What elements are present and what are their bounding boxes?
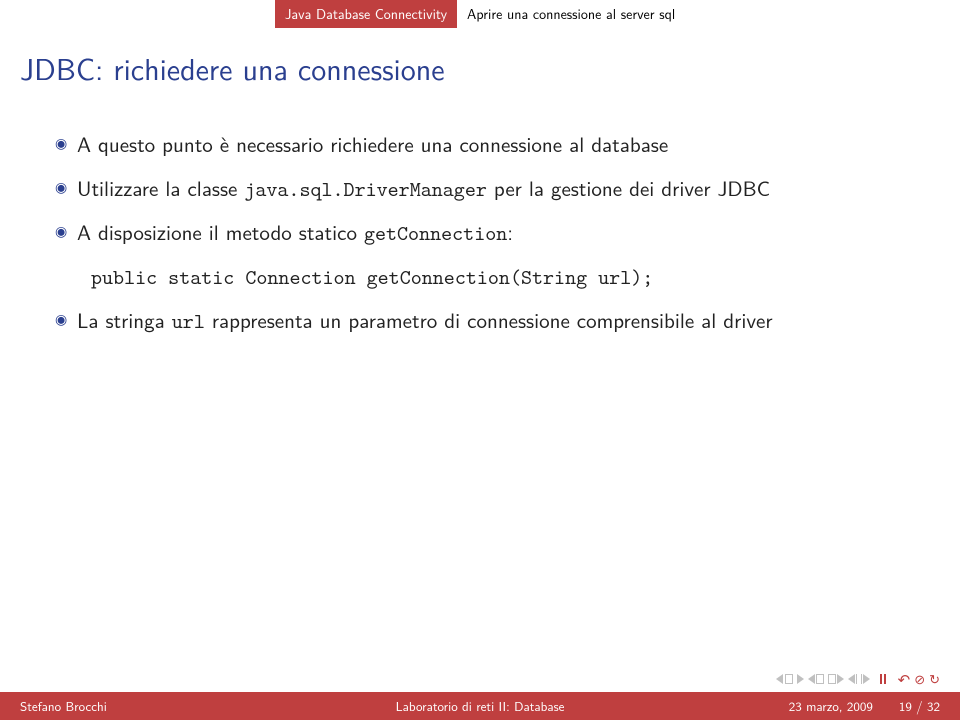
list-item: ◉ A disposizione il metodo statico getCo… (55, 216, 905, 251)
footer-right: 23 marzo, 2009 19 / 32 (789, 697, 940, 716)
nav-current-icon (880, 674, 886, 684)
code-line: public static Connection getConnection(S… (91, 261, 905, 295)
nav-prev-icon[interactable] (797, 674, 804, 684)
header-section: Java Database Connectivity (275, 0, 457, 28)
footer-bar: Stefano Brocchi Laboratorio di reti II: … (0, 692, 960, 720)
content: ◉ A questo punto è necessario richiedere… (0, 98, 960, 339)
list-item: ◉ La stringa url rappresenta un parametr… (55, 304, 905, 339)
nav-search-icon[interactable]: ⊘ (914, 670, 925, 689)
bullet-icon: ◉ (55, 216, 77, 251)
list-text: A questo punto è necessario richiedere u… (77, 128, 668, 162)
nav-back-icon[interactable]: ↶ (898, 668, 911, 690)
nav-refresh-icon[interactable]: ↻ (929, 670, 940, 689)
bullet-icon: ◉ (55, 172, 77, 207)
nav-prev-sub-icon[interactable] (808, 674, 824, 684)
header-bar: Java Database Connectivity Aprire una co… (0, 0, 960, 28)
nav-next-sub-icon[interactable] (828, 674, 844, 684)
page-title: JDBC: richiedere una connessione (0, 28, 960, 98)
footer-course: Laboratorio di reti II: Database (396, 697, 565, 716)
header-subsection: Aprire una connessione al server sql (457, 0, 685, 28)
list-text: Utilizzare la classe java.sql.DriverMana… (77, 172, 770, 207)
nav-next-line-icon[interactable] (861, 674, 870, 684)
list-text: La stringa url rappresenta un parametro … (77, 304, 773, 339)
footer-author: Stefano Brocchi (20, 697, 107, 716)
bullet-icon: ◉ (55, 304, 77, 339)
nav-controls: ↶ ⊘ ↻ (776, 668, 940, 690)
nav-first-icon[interactable] (776, 674, 793, 684)
list-text: A disposizione il metodo statico getConn… (77, 216, 513, 251)
list-item: ◉ Utilizzare la classe java.sql.DriverMa… (55, 172, 905, 207)
bullet-icon: ◉ (55, 128, 77, 162)
nav-prev-line-icon[interactable] (848, 674, 857, 684)
list-item: ◉ A questo punto è necessario richiedere… (55, 128, 905, 162)
